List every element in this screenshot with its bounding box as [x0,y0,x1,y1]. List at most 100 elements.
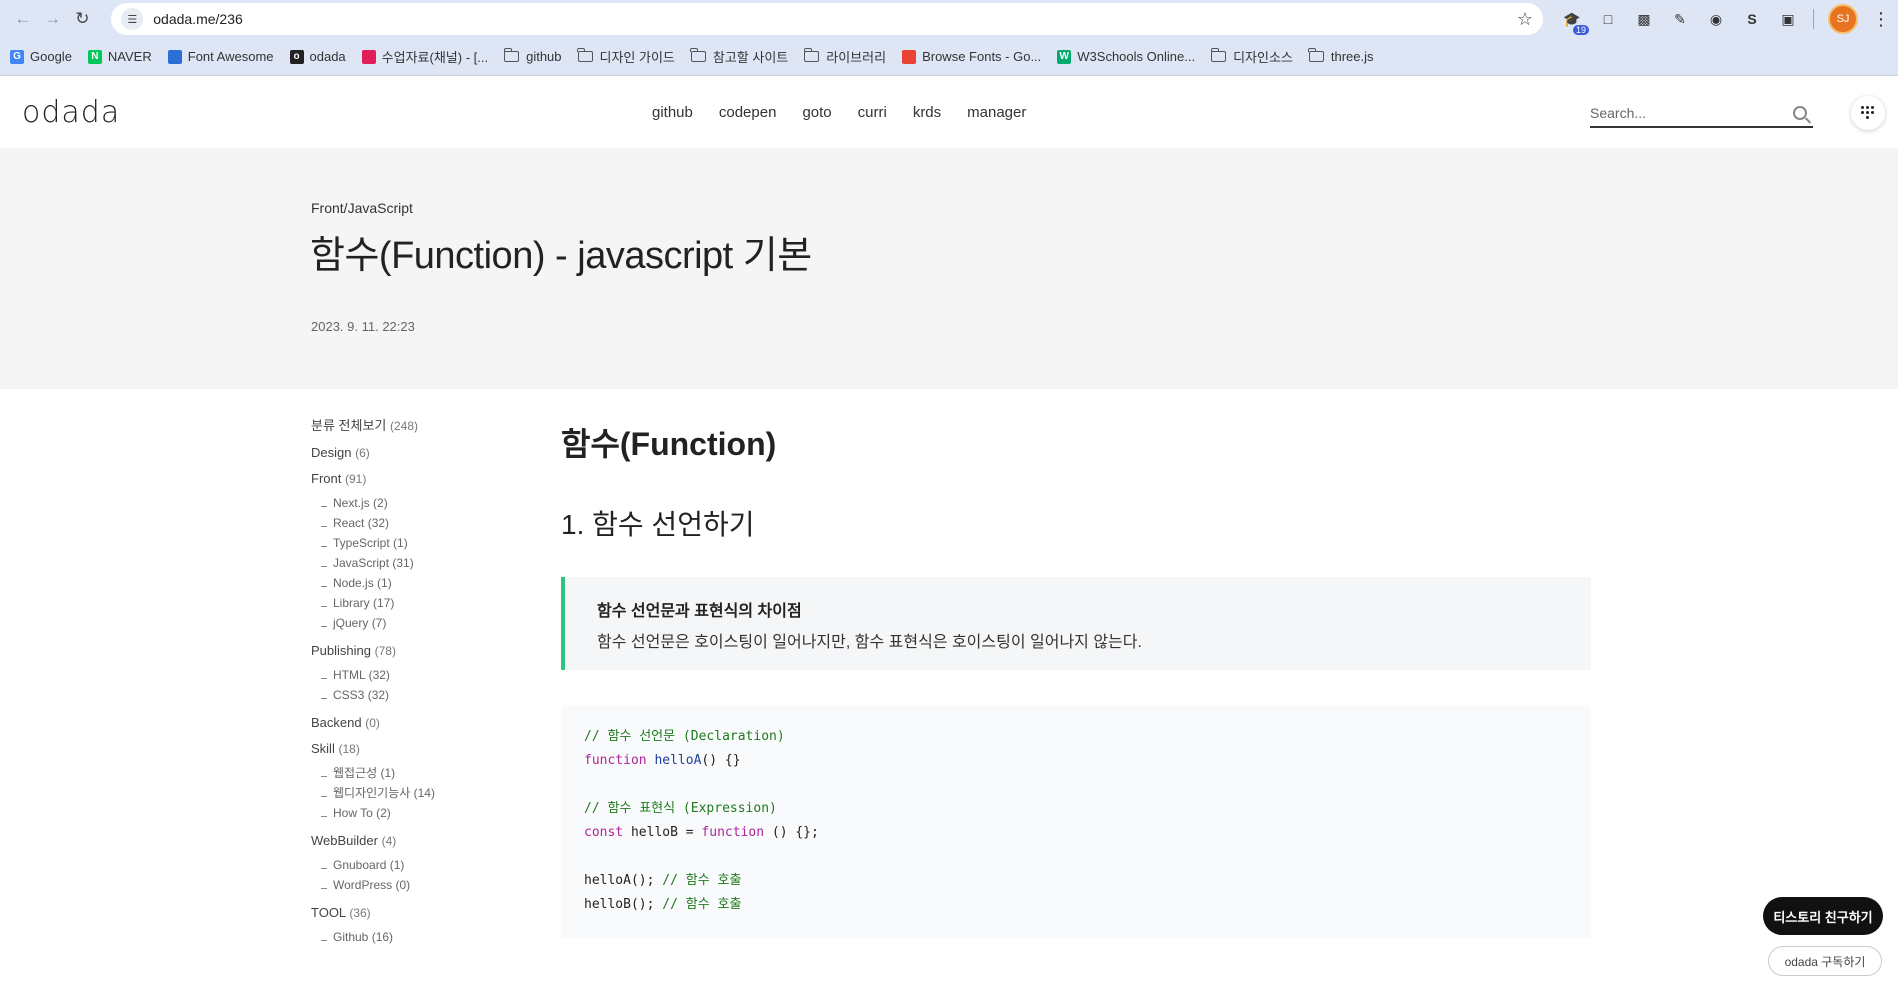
browser-toolbar: ← → ↻ ☰ odada.me/236 ☆ 🎓 19 □ ▩ ✎ ◉ S ▣ S… [0,0,1898,38]
w3schools-icon: W [1057,49,1072,64]
category-count: (4) [381,834,397,848]
site-info-icon[interactable]: ☰ [121,8,144,30]
bookmark-label: Font Awesome [187,49,274,64]
category-label: WebBuilder [311,833,378,848]
bookmark-item[interactable]: N NAVER [87,49,152,64]
subcategory-label: TypeScript [333,536,390,550]
menu-button[interactable] [1851,96,1885,130]
address-bar[interactable]: ☰ odada.me/236 ☆ [111,3,1544,35]
category-all[interactable]: 분류 전체보기 (248) [311,415,511,434]
subcategory-item[interactable]: Node.js (1) [311,573,511,593]
subcategory-item[interactable]: Library (17) [311,593,511,613]
google-icon: G [10,49,24,64]
subcategory-list: HTML (32) CSS3 (32) [311,665,511,705]
category-item[interactable]: Skill (18) [311,741,511,756]
graduation-cap-icon[interactable]: 🎓 19 [1561,8,1590,35]
site-header: odada github codepen goto curri krds manager [0,76,1898,148]
category-item[interactable]: TOOL (36) [311,905,511,920]
bookmark-item[interactable]: Browse Fonts - Go... [902,49,1041,64]
subcategory-item[interactable]: WordPress (0) [311,875,511,895]
back-icon[interactable]: ← [8,4,38,34]
bookmark-item[interactable]: 라이브러리 [803,47,887,66]
post-category[interactable]: Front/JavaScript [311,200,413,216]
subcategory-list: Github (16) [311,927,511,947]
subcategory-count: (17) [373,596,395,610]
address-url[interactable]: odada.me/236 [153,11,1517,27]
folder-icon [1210,48,1227,62]
nav-link-krds[interactable]: krds [913,104,941,121]
bookmark-item[interactable]: 디자인 가이드 [577,47,675,66]
reload-icon[interactable]: ↻ [68,4,98,34]
search-icon[interactable] [1793,106,1807,120]
bookmark-item[interactable]: Font Awesome [167,49,274,64]
puzzle-icon[interactable]: ▣ [1777,8,1799,30]
bookmark-item[interactable]: 수업자료(채널) - [... [361,47,489,66]
code-token: // 함수 호출 [662,873,742,888]
subcategory-item[interactable]: How To (2) [311,803,511,823]
nav-link-goto[interactable]: goto [802,104,831,121]
subcategory-item[interactable]: jQuery (7) [311,613,511,633]
bookmark-item[interactable]: o odada [289,49,346,64]
subcategory-label: Library [333,596,370,610]
bookmark-label: 참고할 사이트 [712,50,789,65]
nav-link-codepen[interactable]: codepen [719,104,777,121]
category-item[interactable]: WebBuilder (4) [311,833,511,848]
bookmark-item[interactable]: 디자인소스 [1210,47,1293,66]
bookmark-item[interactable]: 참고할 사이트 [690,47,789,66]
s-ext-icon[interactable]: S [1741,8,1763,30]
google-fonts-icon [902,49,917,64]
bookmark-item[interactable]: W W3Schools Online... [1057,49,1195,64]
profile-avatar[interactable]: SJ [1828,4,1859,34]
document-icon[interactable]: □ [1597,8,1619,30]
subcategory-item[interactable]: 웹접근성 (1) [311,763,511,783]
category-item[interactable]: Design (6) [311,445,511,460]
search-input[interactable] [1590,105,1793,121]
bookmark-label: 라이브러리 [826,50,887,65]
tistory-friend-button[interactable]: 티스토리 친구하기 [1763,897,1883,935]
nav-link-github[interactable]: github [652,104,693,121]
code-token: helloB(); [584,897,663,912]
circle-ext-icon[interactable]: ◉ [1705,8,1727,30]
eyedropper-icon[interactable]: ✎ [1669,8,1691,30]
code-token: () {}; [764,825,819,840]
category-item[interactable]: Front (91) [311,471,511,486]
subcategory-item[interactable]: JavaScript (31) [311,553,511,573]
subcategory-item[interactable]: 웹디자인기능사 (14) [311,783,511,803]
forward-icon[interactable]: → [38,4,68,34]
category-label: Design [311,445,352,460]
code-token: // 함수 선언문 (Declaration) [584,729,785,744]
subcategory-count: (7) [371,616,387,630]
callout-body: 함수 선언문은 호이스팅이 일어나지만, 함수 표현식은 호이스팅이 일어나지 … [597,634,1142,651]
subcategory-list: Next.js (2) React (32) TypeScript (1) JavaS… [311,493,511,633]
code-token: function [701,825,765,840]
nav-link-manager[interactable]: manager [967,104,1026,121]
nav-link-curri[interactable]: curri [858,104,887,121]
subcategory-item[interactable]: TypeScript (1) [311,533,511,553]
subcategory-label: CSS3 [333,688,365,702]
bookmark-item[interactable]: github [503,48,562,64]
bookmark-item[interactable]: G Google [10,49,72,64]
subcategory-item[interactable]: React (32) [311,513,511,533]
subcategory-item[interactable]: HTML (32) [311,665,511,685]
subcategory-item[interactable]: Github (16) [311,927,511,947]
folder-icon [503,48,520,62]
code-token: helloA [654,753,702,768]
site-logo[interactable]: odada [22,95,120,130]
bookmark-item[interactable]: three.js [1308,48,1374,64]
bookmark-label: 수업자료(채널) - [... [381,50,489,65]
subcategory-label: Next.js [333,496,370,510]
subcategory-count: (16) [371,930,394,944]
category-item[interactable]: Publishing (78) [311,643,511,658]
printer-icon[interactable]: ▩ [1633,8,1655,30]
subscribe-button[interactable]: odada 구독하기 [1768,946,1882,976]
category-label: Skill [311,741,335,756]
category-item[interactable]: Backend (0) [311,715,511,730]
subcategory-item[interactable]: CSS3 (32) [311,685,511,705]
subcategory-item[interactable]: Next.js (2) [311,493,511,513]
subcategory-item[interactable]: Gnuboard (1) [311,855,511,875]
bookmark-star-icon[interactable]: ☆ [1517,9,1533,30]
folder-icon [690,48,706,62]
kebab-menu-icon[interactable]: ⋮ [1872,9,1890,30]
